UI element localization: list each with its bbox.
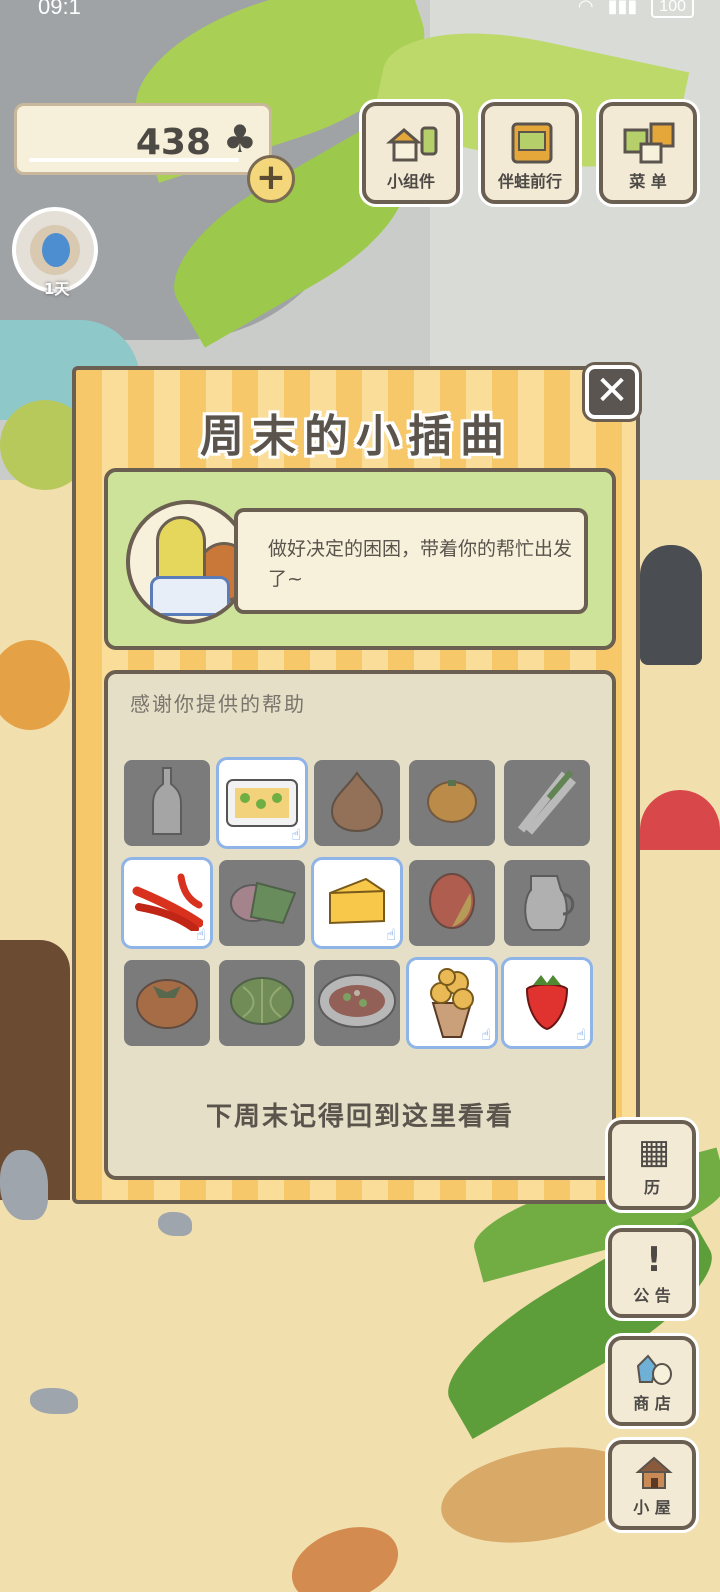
notice-label: 公 告	[633, 1286, 671, 1305]
item-slot-cabbage[interactable]	[219, 960, 305, 1046]
shop-button[interactable]: 商 店	[608, 1336, 696, 1426]
scarf-icon	[150, 576, 230, 616]
status-icons: ◠ ▮▮▮ 100	[578, 0, 694, 18]
widget-button[interactable]: 小组件	[362, 102, 460, 204]
green-onion-icon	[515, 766, 579, 840]
message-bubble: 做好决定的困困，带着你的帮忙出发了~	[234, 508, 588, 614]
item-grid: ☝ ☝ ☝ ☝ ☝	[124, 760, 590, 1046]
item-slot-nuts-cone[interactable]: ☝	[409, 960, 495, 1046]
menu-cards-icon	[623, 122, 675, 164]
bottle-icon	[150, 766, 184, 840]
widget-label: 小组件	[386, 172, 435, 191]
clover-icon: ♣	[222, 117, 257, 161]
strawberry-icon	[521, 971, 573, 1035]
day-count-label: 1天	[44, 280, 70, 298]
item-slot-cheese[interactable]: ☝	[314, 860, 400, 946]
help-heading: 感谢你提供的帮助	[130, 692, 306, 716]
wifi-icon: ◠	[577, 0, 594, 16]
mango-icon	[424, 871, 480, 935]
add-clover-button[interactable]: +	[247, 155, 295, 203]
widget-icon	[385, 126, 438, 162]
cheese-icon	[326, 873, 388, 933]
journey-button[interactable]: 伴蛙前行	[481, 102, 579, 204]
message-panel: 做好决定的困困，带着你的帮忙出发了~	[104, 468, 616, 650]
nuts-cone-icon	[423, 963, 481, 1043]
dialog-title: 周末的小插曲	[200, 411, 512, 462]
shop-label: 商 店	[633, 1394, 671, 1413]
rice-cake-icon	[227, 873, 297, 933]
chili-peppers-icon	[131, 871, 204, 935]
weekend-episode-dialog: 周末的小插曲 做好决定的困困，带着你的帮忙出发了~ 感谢你提供的帮助 ☝ ☝ ☝ ☝ ☝…	[72, 366, 640, 1204]
battery-icon: 100	[651, 0, 694, 18]
salad-plate-icon	[317, 973, 397, 1033]
orange-icon	[426, 778, 478, 828]
frog-avatar	[126, 500, 250, 624]
house-label: 小 屋	[633, 1498, 671, 1517]
menu-label: 菜 单	[629, 172, 667, 191]
item-slot-chili-peppers[interactable]: ☝	[124, 860, 210, 946]
item-slot-green-onion[interactable]	[504, 760, 590, 846]
status-time: 09:1	[38, 0, 81, 19]
calendar-label: 历	[643, 1178, 660, 1197]
clover-count: 438	[135, 122, 211, 163]
clover-counter: 438 ♣	[14, 103, 272, 175]
cabbage-icon	[229, 975, 295, 1031]
tap-hand-icon: ☝	[386, 925, 396, 944]
menu-button[interactable]: 菜 单	[599, 102, 697, 204]
item-slot-salad-plate[interactable]	[314, 960, 400, 1046]
shop-bag-icon	[636, 1354, 672, 1385]
milk-jug-icon	[517, 868, 577, 938]
tap-hand-icon: ☝	[481, 1025, 491, 1044]
tap-hand-icon: ☝	[576, 1025, 586, 1044]
item-slot-persimmon[interactable]	[124, 960, 210, 1046]
house-button[interactable]: 小 屋	[608, 1440, 696, 1530]
item-slot-bottle[interactable]	[124, 760, 210, 846]
onion-icon	[328, 769, 386, 837]
pebble	[0, 1150, 48, 1220]
close-button[interactable]: ✕	[585, 365, 639, 419]
journey-book-icon	[511, 122, 553, 164]
persimmon-icon	[135, 972, 199, 1034]
pebble	[30, 1388, 78, 1414]
tap-hand-icon: ☝	[196, 925, 206, 944]
bird-icon	[42, 233, 70, 267]
item-slot-orange[interactable]	[409, 760, 495, 846]
item-slot-strawberry[interactable]: ☝	[504, 960, 590, 1046]
notice-button[interactable]: ! 公 告	[608, 1228, 696, 1318]
gate	[640, 545, 702, 665]
item-slot-bento-box[interactable]: ☝	[219, 760, 305, 846]
item-slot-rice-cake[interactable]	[219, 860, 305, 946]
journey-label: 伴蛙前行	[497, 172, 562, 191]
calendar-icon: ▦	[637, 1132, 671, 1172]
footer-note: 下周末记得回到这里看看	[205, 1102, 514, 1132]
item-slot-milk-jug[interactable]	[504, 860, 590, 946]
bento-box-icon	[223, 770, 301, 836]
pebble	[158, 1212, 192, 1236]
signal-icon: ▮▮▮	[607, 0, 638, 16]
clover-bar	[29, 158, 239, 162]
help-panel: 感谢你提供的帮助 ☝ ☝ ☝ ☝ ☝ 下周末记得回到这里看看	[104, 670, 616, 1180]
calendar-button[interactable]: ▦ 历	[608, 1120, 696, 1210]
notice-icon: !	[646, 1240, 662, 1280]
status-bar: 09:1 ◠ ▮▮▮ 100	[0, 0, 720, 22]
tap-hand-icon: ☝	[291, 825, 301, 844]
house-icon	[635, 1456, 673, 1489]
item-slot-onion[interactable]	[314, 760, 400, 846]
item-slot-mango[interactable]	[409, 860, 495, 946]
